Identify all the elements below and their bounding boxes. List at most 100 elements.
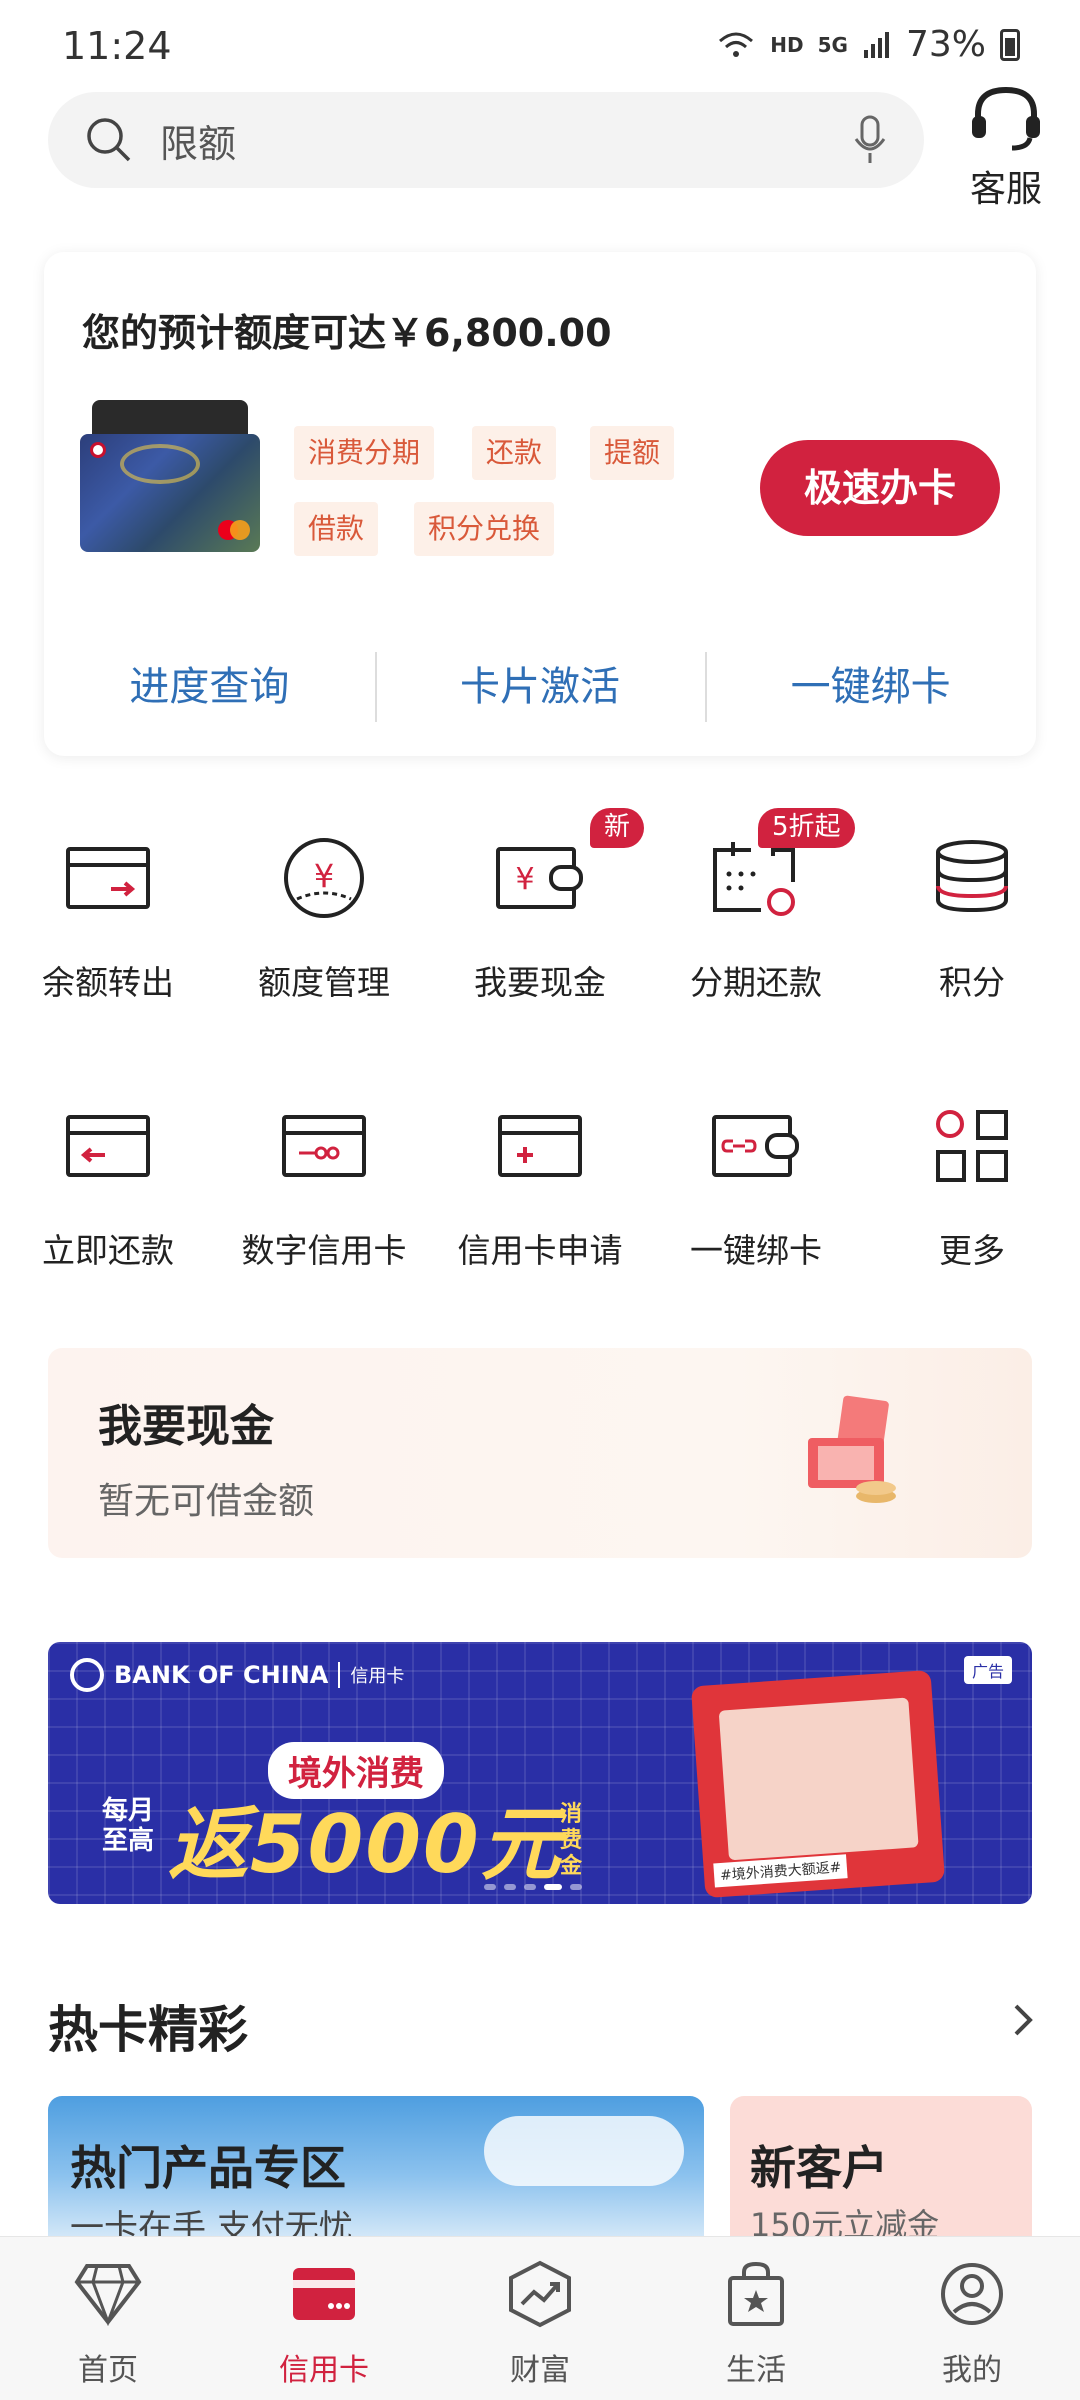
microphone-icon[interactable] [852, 115, 888, 165]
points-stack-icon [936, 840, 1008, 913]
service-label: 额度管理 [258, 963, 390, 1002]
service-limit-management[interactable]: ¥ 额度管理 [216, 828, 432, 1004]
service-get-cash[interactable]: ¥ 我要现金 新 [432, 808, 648, 1004]
search-bar[interactable]: 限额 [48, 92, 924, 188]
nav-label: 信用卡 [279, 2353, 369, 2388]
service-label: 我要现金 [474, 963, 606, 1002]
balance-transfer-icon [66, 847, 150, 909]
service-label: 立即还款 [42, 1231, 174, 1270]
digital-card-icon [282, 1115, 366, 1177]
quick-links: 进度查询 卡片激活 一键绑卡 [44, 652, 1036, 722]
service-digital-card[interactable]: 数字信用卡 [216, 1096, 432, 1272]
carousel-dots[interactable] [484, 1884, 582, 1890]
more-grid-icon [936, 1110, 1008, 1182]
get-cash-banner[interactable]: 我要现金 暂无可借金额 [48, 1348, 1032, 1558]
nav-home[interactable]: 首页 [0, 2237, 216, 2400]
tag-installment[interactable]: 消费分期 [294, 426, 435, 480]
estimated-limit-text: 您的预计额度可达￥6,800.00 [82, 311, 612, 355]
bind-card-link[interactable]: 一键绑卡 [705, 652, 1036, 722]
wealth-chart-icon [509, 2260, 571, 2328]
nav-credit-card[interactable]: 信用卡 [216, 2237, 432, 2400]
limit-management-icon: ¥ [284, 838, 364, 918]
service-label: 数字信用卡 [241, 1231, 407, 1270]
tag-repayment[interactable]: 还款 [472, 426, 557, 480]
bank-logo-icon [70, 1658, 104, 1692]
service-points[interactable]: 积分 [864, 828, 1080, 1004]
service-balance-transfer[interactable]: 余额转出 [0, 828, 216, 1004]
credit-card-image [80, 400, 264, 560]
hot-products-card[interactable]: 热门产品专区 一卡在手 支付无忧 [48, 2096, 704, 2256]
status-time: 11:24 [62, 24, 172, 68]
service-more[interactable]: 更多 [864, 1096, 1080, 1272]
bottom-navigation: 首页 信用卡 财富 生活 我的 [0, 2236, 1080, 2400]
nav-label: 首页 [78, 2353, 138, 2388]
service-label: 一键绑卡 [690, 1231, 822, 1270]
ad-prefix: 每月至高 [102, 1796, 155, 1856]
bank-sub: 信用卡 [338, 1662, 404, 1688]
nav-label: 我的 [942, 2353, 1002, 2388]
customer-service-button[interactable]: 客服 [960, 84, 1052, 212]
battery-percent: 73% [905, 24, 986, 65]
chevron-right-icon[interactable] [1002, 2000, 1042, 2040]
promo-title: 热门产品专区 [70, 2141, 346, 2195]
nav-label: 财富 [510, 2353, 570, 2388]
service-card-application[interactable]: 信用卡申请 [432, 1096, 648, 1272]
repay-card-icon [66, 1115, 150, 1177]
profile-icon [941, 2263, 1003, 2325]
wifi-icon [719, 32, 754, 57]
cash-banner-subtitle: 暂无可借金额 [98, 1481, 315, 1522]
tag-limit-increase[interactable]: 提额 [590, 426, 675, 480]
promo-title: 新客户 [750, 2141, 888, 2195]
card-activation-link[interactable]: 卡片激活 [374, 652, 706, 722]
promo-ad-banner[interactable]: BANK OF CHINA 信用卡 广告 境外消费 每月至高 返5000元 消费… [48, 1642, 1032, 1904]
search-input[interactable]: 限额 [160, 113, 852, 168]
new-customer-card[interactable]: 新客户 150元立减金 [730, 2096, 1032, 2256]
nav-life[interactable]: 生活 [648, 2237, 864, 2400]
credit-limit-card: 您的预计额度可达￥6,800.00 消费分期 还款 提额 借款 积分兑换 极速办… [44, 252, 1036, 756]
ad-travel-photo: #境外消费大额返# [690, 1669, 946, 1899]
signal-label: 5G [817, 32, 848, 57]
new-badge: 新 [590, 808, 645, 848]
svg-text:¥: ¥ [515, 862, 534, 897]
service-label: 余额转出 [42, 963, 174, 1002]
quick-apply-button[interactable]: 极速办卡 [760, 440, 1000, 536]
search-icon [87, 118, 131, 162]
discount-badge: 5折起 [758, 808, 855, 848]
card-apply-icon [498, 1115, 582, 1177]
bind-card-icon [712, 1115, 799, 1177]
hot-cards-title: 热卡精彩 [48, 2001, 248, 2059]
ad-amount: 返5000元 [168, 1798, 563, 1891]
nav-label: 生活 [726, 2353, 786, 2388]
headset-icon [972, 86, 1040, 151]
ad-tag: 广告 [963, 1656, 1012, 1684]
network-label: HD [770, 32, 804, 57]
tag-loan[interactable]: 借款 [294, 502, 379, 556]
signal-icon [863, 31, 889, 58]
credit-card-icon [293, 2268, 355, 2320]
customer-service-label: 客服 [969, 169, 1042, 210]
nav-mine[interactable]: 我的 [864, 2237, 1080, 2400]
service-label: 信用卡申请 [457, 1231, 623, 1270]
bank-name: BANK OF CHINA [114, 1661, 329, 1689]
battery-icon [1000, 28, 1020, 61]
money-stack-icon [808, 1395, 896, 1503]
tag-points-exchange[interactable]: 积分兑换 [414, 502, 555, 556]
progress-query-link[interactable]: 进度查询 [44, 652, 375, 722]
cash-banner-title: 我要现金 [98, 1401, 274, 1452]
bank-logo: BANK OF CHINA 信用卡 [70, 1658, 404, 1692]
svg-text:¥: ¥ [314, 857, 334, 895]
nav-wealth[interactable]: 财富 [432, 2237, 648, 2400]
service-repay-now[interactable]: 立即还款 [0, 1096, 216, 1272]
cash-wallet-icon: ¥ [496, 847, 583, 909]
status-indicators: HD 5G 73% [716, 24, 1020, 65]
shopping-bag-icon [728, 2261, 784, 2326]
service-label: 更多 [939, 1231, 1005, 1270]
service-label: 积分 [939, 963, 1005, 1002]
diamond-icon [74, 2264, 142, 2326]
installment-calendar-icon [713, 842, 795, 916]
service-installment-repay[interactable]: 分期还款 5折起 [648, 808, 864, 1004]
ad-suffix: 消费金 [560, 1802, 583, 1879]
service-label: 分期还款 [690, 963, 822, 1002]
service-bind-card[interactable]: 一键绑卡 [648, 1096, 864, 1272]
status-bar: 11:24 HD 5G 73% [0, 0, 1080, 90]
